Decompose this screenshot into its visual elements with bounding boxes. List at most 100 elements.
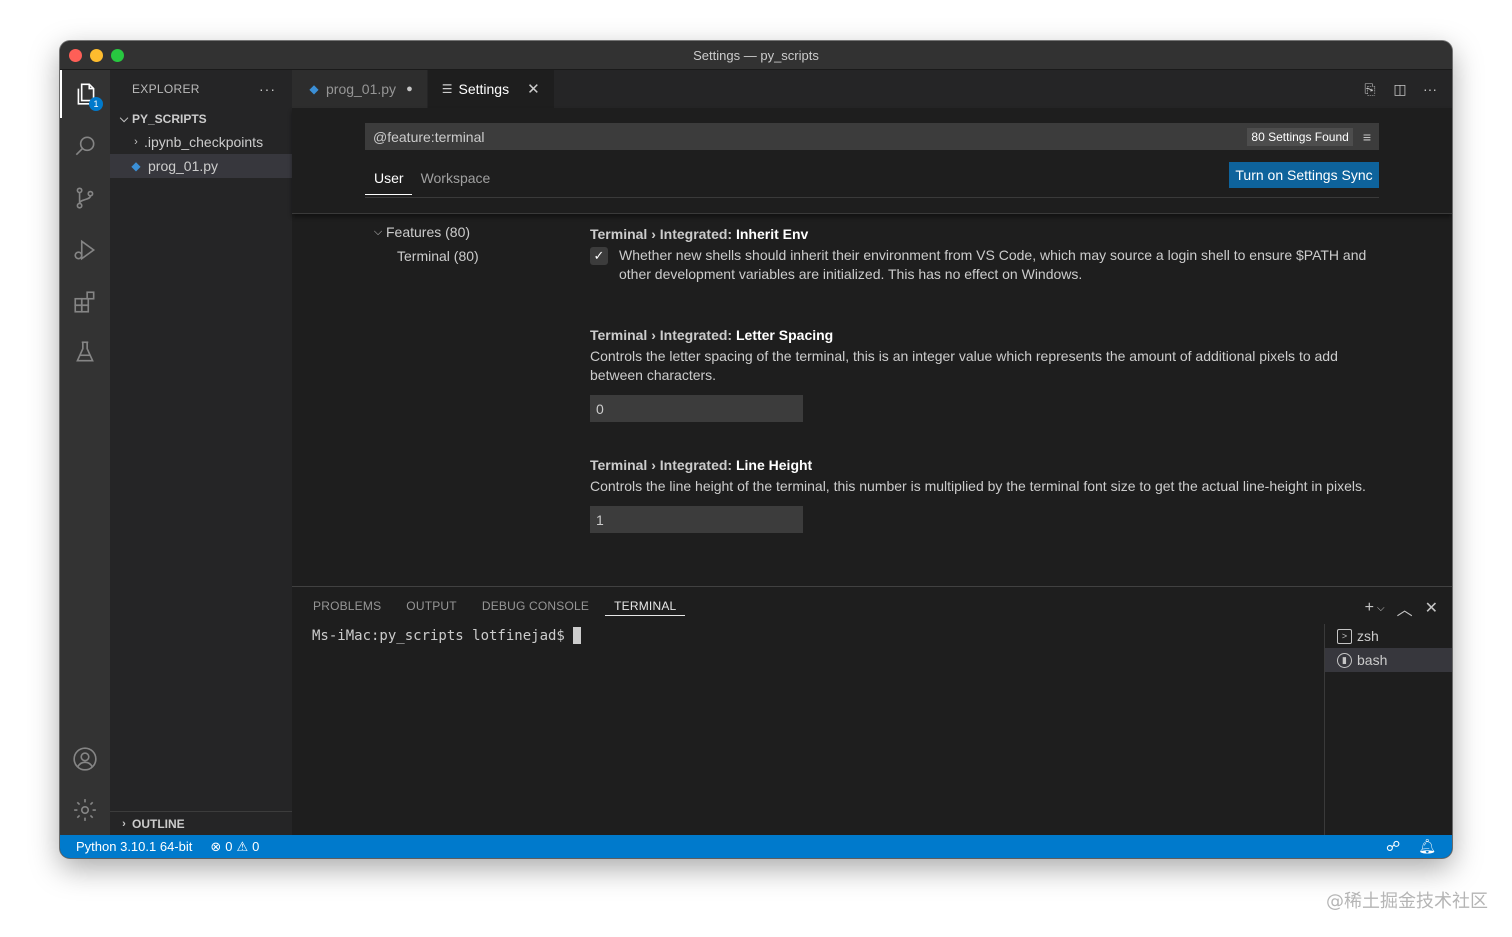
terminal-item-bash[interactable]: ▮ bash — [1325, 648, 1452, 672]
more-actions-button[interactable]: ··· — [259, 81, 276, 97]
setting-title: Terminal › Integrated: Letter Spacing — [590, 327, 1380, 343]
outline-title: OUTLINE — [132, 817, 185, 831]
feedback-icon[interactable]: ☍ — [1386, 838, 1400, 855]
window-title: Settings — py_scripts — [693, 47, 819, 63]
scope-tab-workspace[interactable]: Workspace — [412, 164, 499, 195]
title-bar: Settings — py_scripts — [60, 41, 1452, 70]
error-count: 0 — [225, 839, 233, 854]
maximize-panel-icon[interactable]: ︿ — [1397, 596, 1413, 620]
toc-label: Features (80) — [386, 224, 471, 240]
status-bar: Python 3.10.1 64-bit ⊗ 0 ⚠ 0 ☍ 🔔︎ — [60, 835, 1452, 858]
editor-tabs: ◆ prog_01.py ● ☰ Settings ✕ ⎘ ◫ ··· — [292, 70, 1452, 108]
divider — [365, 197, 1379, 198]
accounts-icon[interactable] — [60, 735, 110, 783]
folder-header[interactable]: ⌵ PY_SCRIPTS — [110, 108, 292, 130]
letter-spacing-input[interactable] — [590, 395, 803, 422]
unsaved-dot-icon: ● — [406, 83, 413, 95]
setting-description: Controls the letter spacing of the termi… — [590, 348, 1338, 383]
python-interpreter[interactable]: Python 3.10.1 64-bit — [76, 839, 192, 854]
terminal-cursor — [572, 627, 581, 644]
settings-search: 80 Settings Found ≡ — [365, 123, 1379, 150]
editor-actions: ⎘ ◫ ··· — [1362, 81, 1438, 98]
filter-icon[interactable]: ≡ — [1363, 129, 1371, 145]
source-control-icon[interactable] — [60, 174, 110, 222]
tree-item-file[interactable]: ◆ prog_01.py — [110, 154, 292, 178]
tab-label: Settings — [458, 81, 510, 97]
setting-description: Whether new shells should inherit their … — [619, 247, 1367, 282]
settings-list: Terminal › Integrated: Inherit Env ✓ Whe… — [590, 226, 1380, 533]
checkbox-row: ✓ Whether new shells should inherit thei… — [590, 246, 1380, 284]
inherit-env-checkbox[interactable]: ✓ — [590, 247, 608, 265]
close-panel-icon[interactable]: ✕ — [1425, 598, 1438, 618]
notifications-bell-icon[interactable]: 🔔︎ — [1418, 838, 1436, 855]
scope-tab-user[interactable]: User — [365, 164, 412, 195]
setting-category: Terminal › Integrated: — [590, 226, 736, 242]
explorer-badge: 1 — [89, 97, 103, 111]
error-icon: ⊗ — [210, 838, 222, 854]
extensions-icon[interactable] — [60, 278, 110, 326]
terminal-icon: > — [1337, 628, 1352, 644]
chevron-down-icon: ⌵ — [119, 112, 129, 125]
tree-item-label: prog_01.py — [148, 158, 219, 174]
settings-toc: ⌵ Features (80) Terminal (80) — [370, 220, 570, 268]
activity-bar: 1 — [60, 70, 110, 835]
settings-scope-tabs: User Workspace — [365, 164, 498, 195]
search-icon[interactable] — [60, 122, 110, 170]
settings-search-input[interactable] — [373, 128, 1248, 145]
settings-found-badge: 80 Settings Found — [1247, 127, 1353, 146]
tab-terminal[interactable]: TERMINAL — [605, 599, 686, 616]
terminal-output[interactable]: Ms-iMac:py_scripts lotfinejad$ — [312, 627, 581, 644]
tab-debug-console[interactable]: DEBUG CONSOLE — [473, 599, 598, 616]
manage-gear-icon[interactable] — [60, 786, 110, 834]
testing-icon[interactable] — [60, 328, 110, 376]
tab-prog-01[interactable]: ◆ prog_01.py ● — [292, 70, 428, 108]
tab-problems[interactable]: PROBLEMS — [304, 599, 390, 616]
setting-title: Terminal › Integrated: Line Height — [590, 457, 1380, 473]
new-terminal-icon[interactable]: + — [1365, 599, 1374, 617]
warning-icon: ⚠ — [236, 838, 249, 854]
vscode-window: Settings — py_scripts 1 EXPLORER ··· ⌵ P… — [60, 41, 1452, 858]
terminal-list: > zsh ▮ bash — [1324, 624, 1452, 835]
setting-line-height: Terminal › Integrated: Line Height Contr… — [590, 457, 1380, 533]
setting-letter-spacing: Terminal › Integrated: Letter Spacing Co… — [590, 327, 1380, 457]
setting-title: Terminal › Integrated: Inherit Env — [590, 226, 1380, 242]
run-debug-icon[interactable] — [60, 226, 110, 274]
terminal-prompt: Ms-iMac:py_scripts lotfinejad$ — [312, 627, 565, 644]
explorer-icon[interactable]: 1 — [60, 70, 110, 118]
setting-name: Letter Spacing — [735, 327, 834, 343]
maximize-window-button[interactable] — [111, 49, 124, 62]
bottom-panel: PROBLEMS OUTPUT DEBUG CONSOLE TERMINAL +… — [292, 586, 1452, 835]
toc-item-terminal[interactable]: Terminal (80) — [370, 244, 570, 268]
setting-name: Inherit Env — [735, 226, 809, 242]
python-file-icon: ◆ — [131, 159, 141, 173]
setting-category: Terminal › Integrated: — [590, 327, 736, 343]
tree-item-folder[interactable]: › .ipynb_checkpoints — [110, 130, 292, 154]
terminal-item-zsh[interactable]: > zsh — [1325, 624, 1452, 648]
tab-label: prog_01.py — [326, 81, 397, 97]
open-settings-json-icon[interactable]: ⎘ — [1362, 81, 1378, 98]
toc-label: Terminal (80) — [397, 248, 479, 264]
line-height-input[interactable] — [590, 506, 803, 533]
editor-area: ◆ prog_01.py ● ☰ Settings ✕ ⎘ ◫ ··· 80 S… — [292, 70, 1452, 586]
tree-item-label: .ipynb_checkpoints — [144, 134, 264, 150]
settings-file-icon: ☰ — [441, 82, 453, 96]
explorer-sidebar: EXPLORER ··· ⌵ PY_SCRIPTS › .ipynb_check… — [110, 70, 292, 835]
close-window-button[interactable] — [69, 49, 82, 62]
outline-section[interactable]: › OUTLINE — [110, 811, 292, 835]
explorer-header: EXPLORER ··· — [110, 70, 292, 108]
more-actions-icon[interactable]: ··· — [1422, 81, 1438, 98]
warning-count: 0 — [252, 839, 260, 854]
toc-item-features[interactable]: ⌵ Features (80) — [370, 220, 570, 244]
minimize-window-button[interactable] — [90, 49, 103, 62]
problems-indicator[interactable]: ⊗ 0 ⚠ 0 — [210, 839, 259, 855]
close-tab-icon[interactable]: ✕ — [527, 80, 540, 98]
tab-settings[interactable]: ☰ Settings ✕ — [427, 70, 555, 108]
tab-output[interactable]: OUTPUT — [397, 599, 466, 616]
python-file-icon: ◆ — [309, 82, 319, 96]
chevron-down-icon[interactable]: ⌵ — [1377, 603, 1385, 614]
settings-sync-button[interactable]: Turn on Settings Sync — [1229, 162, 1379, 188]
watermark: @稀土掘金技术社区 — [1326, 891, 1488, 912]
terminal-label: bash — [1357, 652, 1388, 668]
split-editor-icon[interactable]: ◫ — [1392, 81, 1408, 98]
folder-name: PY_SCRIPTS — [132, 112, 207, 126]
